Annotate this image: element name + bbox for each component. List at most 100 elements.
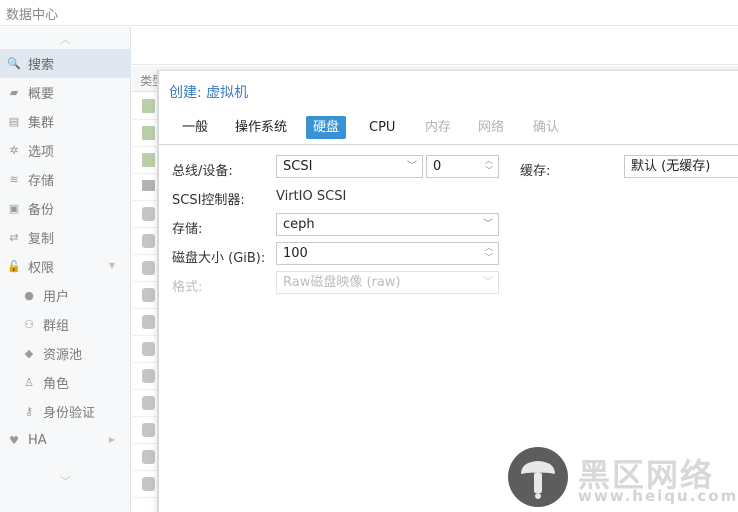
sidebar-item-label: 搜索 xyxy=(28,58,55,73)
database-icon: ≋ xyxy=(9,173,19,186)
chevron-down-icon[interactable]: ﹀ xyxy=(478,272,498,293)
database-icon xyxy=(142,315,155,329)
gear-icon: ✲ xyxy=(9,144,19,157)
sidebar-item-options[interactable]: ✲ 选项 xyxy=(0,136,131,165)
database-icon xyxy=(142,369,155,383)
disk-size-value: 100 xyxy=(283,246,308,261)
vm-icon xyxy=(142,99,155,113)
sidebar: ︿ 🔍 搜索 ▰ 概要 ▤ 集群 ✲ 选项 ≋ 存储 ▣ 备份 ⇄ 复制 🔓 权… xyxy=(0,27,131,512)
spinner-arrows-icon[interactable]: ︿ ﹀ xyxy=(482,243,496,264)
storage-select-value: ceph xyxy=(283,217,315,232)
format-select-value: Raw磁盘映像 (raw) xyxy=(283,275,401,290)
device-index-value: 0 xyxy=(433,159,442,174)
database-icon xyxy=(142,261,155,275)
database-icon xyxy=(142,234,155,248)
database-icon xyxy=(142,396,155,410)
app-window: 数据中心 ︿ 🔍 搜索 ▰ 概要 ▤ 集群 ✲ 选项 ≋ 存储 ▣ 备份 ⇄ 复… xyxy=(0,0,738,512)
tab-general[interactable]: 一般 xyxy=(175,116,215,139)
sidebar-item-label: 权限 xyxy=(28,261,55,276)
sidebar-item-cluster[interactable]: ▤ 集群 xyxy=(0,107,131,136)
sidebar-item-users[interactable]: ● 用户 xyxy=(0,281,131,310)
sidebar-item-permissions[interactable]: 🔓 权限 ▼ xyxy=(0,252,131,281)
monitor-icon xyxy=(142,180,155,191)
bus-device-label: 总线/设备: xyxy=(172,164,233,179)
database-icon xyxy=(142,207,155,221)
tab-cpu[interactable]: CPU xyxy=(362,116,402,139)
database-icon xyxy=(142,342,155,356)
sidebar-item-ha[interactable]: ♥ HA ▶ xyxy=(0,426,131,455)
floppy-icon: ▣ xyxy=(8,202,20,215)
watermark-en-text: www.heiqu.com xyxy=(578,487,738,505)
tab-confirm[interactable]: 确认 xyxy=(526,116,566,139)
male-icon: ♙ xyxy=(24,376,34,389)
sidebar-item-storage[interactable]: ≋ 存储 xyxy=(0,165,131,194)
sidebar-item-authentication[interactable]: ⚷ 身份验证 xyxy=(0,397,131,426)
tab-os[interactable]: 操作系统 xyxy=(228,116,294,139)
tags-icon: ◆ xyxy=(24,347,34,360)
sidebar-item-label: 身份验证 xyxy=(43,406,96,421)
key-icon: ⚷ xyxy=(24,405,34,418)
database-icon xyxy=(142,288,155,302)
sidebar-item-label: HA xyxy=(28,433,47,448)
chevron-right-icon[interactable]: ▶ xyxy=(109,435,115,444)
chevron-down-icon[interactable]: ﹀ xyxy=(402,156,422,177)
bus-select-value: SCSI xyxy=(283,159,313,174)
tab-memory[interactable]: 内存 xyxy=(418,116,458,139)
cache-select-value: 默认 (无缓存) xyxy=(631,159,711,174)
sidebar-item-label: 用户 xyxy=(43,290,70,305)
sidebar-item-label: 概要 xyxy=(28,87,55,102)
sidebar-item-label: 存储 xyxy=(28,174,55,189)
device-index-stepper[interactable]: 0 ︿ ﹀ xyxy=(426,155,499,178)
sidebar-item-pools[interactable]: ◆ 资源池 xyxy=(0,339,131,368)
disk-size-stepper[interactable]: 100 ︿ ﹀ xyxy=(276,242,499,265)
cache-select[interactable]: 默认 (无缓存) xyxy=(624,155,738,178)
vm-icon xyxy=(142,126,155,140)
sidebar-item-search[interactable]: 🔍 搜索 xyxy=(0,49,131,78)
book-icon: ▰ xyxy=(9,86,19,99)
sidebar-item-label: 备份 xyxy=(28,203,55,218)
database-icon xyxy=(142,450,155,464)
watermark-logo-icon xyxy=(508,447,568,507)
users-icon: ⚇ xyxy=(24,318,34,331)
sidebar-item-backup[interactable]: ▣ 备份 xyxy=(0,194,131,223)
scroll-up-arrow[interactable]: ︿ xyxy=(0,31,131,51)
sidebar-item-label: 选项 xyxy=(28,145,55,160)
sidebar-item-replication[interactable]: ⇄ 复制 xyxy=(0,223,131,252)
database-icon xyxy=(142,423,155,437)
storage-label: 存储: xyxy=(172,222,203,237)
tab-hard-disk[interactable]: 硬盘 xyxy=(306,116,347,139)
cache-label: 缓存: xyxy=(520,164,551,179)
bus-select[interactable]: SCSI ﹀ xyxy=(276,155,423,178)
sidebar-item-label: 角色 xyxy=(43,377,70,392)
sidebar-item-label: 群组 xyxy=(43,319,70,334)
sidebar-item-summary[interactable]: ▰ 概要 xyxy=(0,78,131,107)
dialog-title: 创建: 虚拟机 xyxy=(169,85,249,101)
sidebar-item-label: 资源池 xyxy=(43,348,83,363)
server-icon: ▤ xyxy=(8,115,20,128)
scroll-down-arrow[interactable]: ﹀ xyxy=(0,473,131,493)
vm-icon xyxy=(142,153,155,167)
spinner-arrows-icon[interactable]: ︿ ﹀ xyxy=(482,156,496,177)
content-toolbar xyxy=(132,27,738,65)
chevron-down-icon[interactable]: ▼ xyxy=(109,261,115,270)
tab-bar: 一般 操作系统 硬盘 CPU 内存 网络 确认 xyxy=(159,109,738,145)
database-icon xyxy=(142,477,155,491)
tab-network[interactable]: 网络 xyxy=(471,116,511,139)
sidebar-item-label: 复制 xyxy=(28,232,55,247)
sidebar-item-label: 集群 xyxy=(28,116,55,131)
storage-select[interactable]: ceph ﹀ xyxy=(276,213,499,236)
datacenter-title: 数据中心 xyxy=(6,8,59,23)
format-select[interactable]: Raw磁盘映像 (raw) ﹀ xyxy=(276,271,499,294)
watermark: 黑区网络 www.heiqu.com xyxy=(502,446,738,512)
chevron-down-icon[interactable]: ﹀ xyxy=(478,214,498,235)
scsi-controller-label: SCSI控制器: xyxy=(172,193,245,208)
search-icon: 🔍 xyxy=(7,57,21,70)
user-icon: ● xyxy=(24,289,34,302)
scsi-controller-value: VirtIO SCSI xyxy=(276,189,347,204)
top-header: 数据中心 xyxy=(0,0,738,26)
sidebar-item-groups[interactable]: ⚇ 群组 xyxy=(0,310,131,339)
format-label: 格式: xyxy=(172,280,203,295)
heartbeat-icon: ♥ xyxy=(9,434,19,447)
sidebar-item-roles[interactable]: ♙ 角色 xyxy=(0,368,131,397)
unlock-icon: 🔓 xyxy=(7,260,21,273)
